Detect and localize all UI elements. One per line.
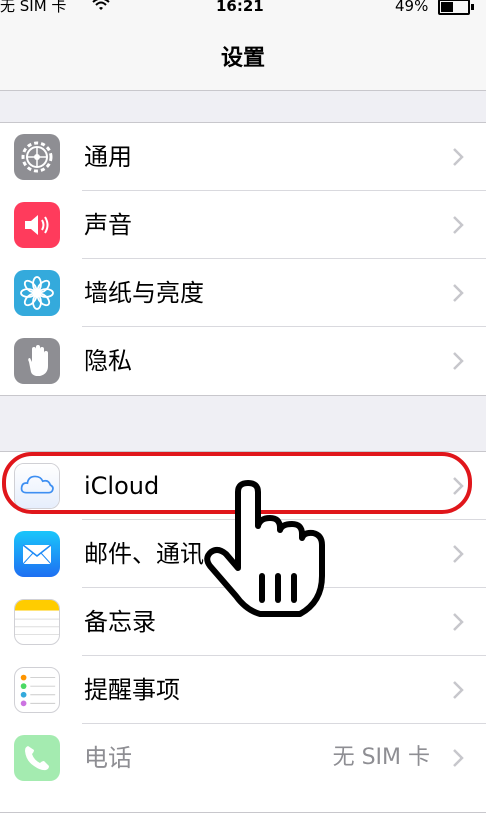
settings-row-reminders[interactable]: 提醒事项 (0, 656, 486, 724)
chevron-right-icon (453, 545, 464, 563)
settings-row-privacy[interactable]: 隐私 (0, 327, 486, 395)
phone-icon (14, 735, 60, 781)
gear-icon (14, 134, 60, 180)
reminders-icon (14, 667, 60, 713)
carrier-label: 无 SIM 卡 (0, 0, 67, 15)
speaker-icon (14, 202, 60, 248)
status-bar: 无 SIM 卡 16:21 49% (0, 0, 486, 18)
chevron-right-icon (453, 216, 464, 234)
settings-row-label: 通用 (84, 143, 132, 171)
settings-row-general[interactable]: 通用 (0, 123, 486, 191)
flower-icon (14, 270, 60, 316)
chevron-right-icon (453, 613, 464, 631)
chevron-right-icon (453, 681, 464, 699)
settings-row-phone[interactable]: 电话 无 SIM 卡 (0, 724, 486, 792)
battery-percent: 49% (395, 0, 429, 15)
settings-row-label: 隐私 (84, 347, 132, 375)
settings-row-sounds[interactable]: 声音 (0, 191, 486, 259)
settings-row-label: 提醒事项 (84, 676, 180, 704)
chevron-right-icon (453, 749, 464, 767)
chevron-right-icon (453, 352, 464, 370)
clock: 16:21 (216, 0, 264, 15)
settings-row-label: 墙纸与亮度 (84, 279, 204, 307)
settings-row-wallpaper[interactable]: 墙纸与亮度 (0, 259, 486, 327)
wifi-icon (92, 0, 110, 10)
battery-icon (438, 0, 474, 15)
settings-row-label: 备忘录 (84, 608, 156, 636)
settings-row-label: 电话 (84, 744, 132, 772)
page-title: 设置 (220, 46, 265, 71)
settings-row-label: 声音 (84, 211, 132, 239)
navigation-bar: 无 SIM 卡 16:21 49% 设置 (0, 0, 486, 91)
settings-row-detail: 无 SIM 卡 (332, 745, 430, 770)
pointing-hand-icon (204, 480, 325, 617)
mail-icon (14, 531, 60, 577)
notes-icon (14, 599, 60, 645)
settings-group-general: 通用 声音 墙纸与亮度 隐私 (0, 122, 486, 396)
settings-row-label: 邮件、通讯 (84, 540, 204, 568)
hand-icon (14, 338, 60, 384)
chevron-right-icon (453, 284, 464, 302)
chevron-right-icon (453, 148, 464, 166)
